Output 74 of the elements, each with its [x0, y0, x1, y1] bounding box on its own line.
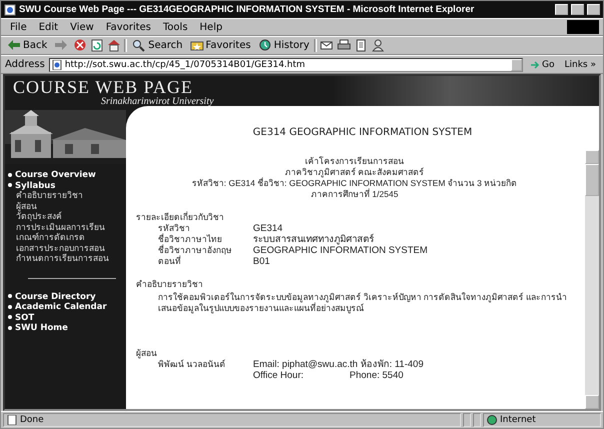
field-label: พิพัฒน์ นวลอนันต์: [158, 359, 226, 370]
status-pane: [463, 413, 471, 427]
sidebar-sublink[interactable]: คำอธิบายรายวิชา: [8, 191, 126, 202]
banner-subtitle: Srinakharinwirot University: [101, 97, 215, 107]
field-value: Email: piphat@swu.ac.th ห้องพัก: 11-409: [253, 359, 424, 370]
page-icon: [52, 60, 62, 70]
field-value: Office Hour:: [253, 370, 304, 381]
section-heading: คำอธิบายรายวิชา: [136, 279, 204, 290]
mail-icon[interactable]: [320, 39, 334, 52]
refresh-icon[interactable]: [90, 39, 104, 52]
home-icon[interactable]: [107, 39, 122, 52]
scroll-thumb[interactable]: [585, 164, 599, 196]
address-label: Address: [5, 59, 45, 70]
field-value: ระบบสารสนเทศทางภูมิศาสตร์: [253, 234, 375, 245]
sidebar-link[interactable]: SOT: [8, 312, 126, 323]
back-button[interactable]: Back: [5, 39, 50, 52]
status-pane: [473, 413, 481, 427]
field-value: GEOGRAPHIC INFORMATION SYSTEM: [253, 245, 429, 256]
sidebar-sublink[interactable]: เอกสารประกอบการสอน: [8, 244, 126, 254]
sidebar-link[interactable]: Course Overview: [8, 170, 126, 180]
search-icon: [132, 39, 146, 52]
page-icon: [7, 415, 17, 425]
sidebar-sublink[interactable]: การประเมินผลการเรียน: [8, 222, 126, 233]
history-icon: [258, 39, 272, 52]
banner-title: COURSE WEB PAGE: [13, 78, 194, 97]
page-title: GE314 GEOGRAPHIC INFORMATION SYSTEM: [252, 126, 474, 140]
scrollbar[interactable]: [585, 150, 599, 409]
sidebar-sublink[interactable]: กำหนดการเรียนการสอน: [8, 254, 126, 264]
menu-item[interactable]: Favorites: [100, 22, 156, 32]
sidebar-sublink[interactable]: ผู้สอน: [8, 202, 126, 212]
field-label: รหัสวิชา: [158, 223, 191, 233]
sidebar-sublink[interactable]: เกณฑ์การตัดเกรด: [8, 233, 126, 244]
zone-text: Internet: [500, 415, 536, 425]
links-button[interactable]: Links »: [562, 60, 599, 70]
field-label: ชื่อวิชาภาษาไทย: [158, 234, 223, 244]
header-line: รหัสวิชา: GE314 ชื่อวิชา: GEOGRAPHIC INFORMATION SYSTEM จำนวน 3 หน่วยกิต: [190, 178, 518, 188]
sidebar-link[interactable]: Academic Calendar: [8, 302, 126, 312]
sidebar-link[interactable]: SWU Home: [8, 323, 126, 334]
browser-page-icon: [4, 4, 16, 16]
menu-item[interactable]: Edit: [34, 22, 64, 32]
address-field[interactable]: http://sot.swu.ac.th/cp/45_1/0705314B01/GE314.htm: [48, 58, 524, 72]
menu-item[interactable]: Tools: [158, 22, 193, 32]
header-line: เค้าโครงการเรียนการสอน: [304, 156, 405, 167]
field-label: ชื่อวิชาภาษาอังกฤษ: [158, 245, 233, 255]
sidebar-link[interactable]: Course Directory: [8, 292, 126, 302]
sidebar-sublink[interactable]: วัตถุประสงค์: [8, 212, 126, 222]
forward-arrow-icon: [54, 39, 68, 52]
printer-icon[interactable]: [337, 39, 352, 52]
stop-icon[interactable]: [73, 39, 88, 52]
field-value: Phone: 5540: [350, 370, 404, 381]
header-line: ภาคการศึกษาที่ 1/2545: [310, 189, 400, 200]
person-icon[interactable]: [371, 39, 386, 52]
header-line: ภาควิชาภูมิศาสตร์ คณะสังคมศาสตร์: [284, 167, 426, 178]
history-button[interactable]: History: [256, 39, 312, 52]
window-title: SWU Course Web Page --- GE314GEOGRAPHIC INFORMATION SYSTEM - Microsoft Internet Explorer: [19, 4, 476, 15]
back-arrow-icon: [7, 39, 21, 52]
field-value: GE314: [253, 223, 283, 234]
menu-item[interactable]: View: [65, 22, 99, 32]
section-heading: รายละเอียดเกี่ยวกับวิชา: [136, 212, 225, 223]
status-text: Done: [20, 415, 44, 425]
menu-item[interactable]: File: [5, 22, 32, 32]
field-label: ตอนที่: [158, 256, 182, 267]
go-arrow-icon: [530, 60, 540, 70]
description-text: การใช้คอมพิวเตอร์ในการจัดระบบข้อมูลทางภูมิศาสตร์ วิเคราะห์ปัญหา การตัดสินใจทางภูมิศาสตร์ และการนำเสนอข้อมูลในรูปแบบของรายงานและแผนที่อย่างสมบูรณ์: [157, 292, 568, 314]
section-heading: ผู้สอน: [136, 348, 158, 359]
favorites-button[interactable]: Favorites: [188, 39, 253, 52]
field-value: B01: [253, 256, 271, 267]
search-button[interactable]: Search: [130, 39, 185, 52]
menu-item[interactable]: Help: [194, 22, 228, 32]
dropdown-button[interactable]: [511, 58, 522, 70]
document-icon[interactable]: [354, 39, 368, 52]
sidebar-link[interactable]: Syllabus: [8, 180, 126, 191]
go-button[interactable]: Go: [527, 60, 558, 70]
globe-icon: [487, 415, 497, 425]
